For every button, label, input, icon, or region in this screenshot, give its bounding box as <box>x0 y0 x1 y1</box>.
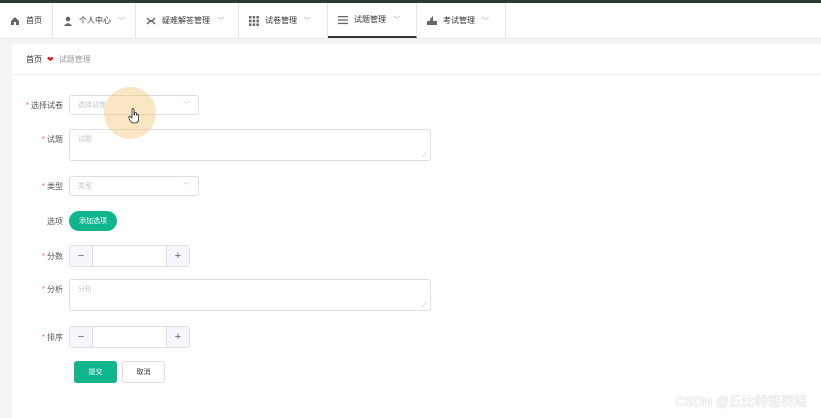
breadcrumb: 首页 ❤ 试题管理 <box>26 54 91 65</box>
nav-item-paper-management[interactable]: 试卷管理 ﹀ <box>239 3 328 38</box>
top-navigation: 首页 个人中心 ﹀ 疑难解答管理 ﹀ 试卷管理 ﹀ 试题管理 ﹀ 考试管理 ﹀ <box>0 3 821 39</box>
user-icon <box>63 16 73 26</box>
score-row: * 分数 − + <box>12 245 190 267</box>
analysis-textarea[interactable]: 分析 ⟋ <box>69 279 431 311</box>
minus-icon[interactable]: − <box>70 327 93 347</box>
options-label: 选项 <box>47 216 63 226</box>
grid-icon <box>249 15 259 26</box>
analysis-placeholder: 分析 <box>78 286 92 293</box>
type-row: * 类型 类型 ﹀ <box>12 176 199 196</box>
type-label: * 类型 <box>41 181 63 191</box>
plus-icon[interactable]: + <box>166 327 189 347</box>
nav-item-exam-management[interactable]: 考试管理 ﹀ <box>417 3 506 38</box>
chevron-down-icon: ﹀ <box>183 183 190 190</box>
score-stepper[interactable]: − + <box>69 245 190 267</box>
order-stepper[interactable]: − + <box>69 326 190 348</box>
options-row: 选项 添加选项 <box>12 211 117 231</box>
question-row: * 试题 试题 ⟋ <box>12 129 431 161</box>
nav-label: 首页 <box>26 16 42 25</box>
nav-item-home[interactable]: 首页 <box>0 3 53 38</box>
list-icon <box>338 15 348 25</box>
order-label: * 排序 <box>41 332 63 342</box>
chevron-down-icon: ﹀ <box>183 102 190 109</box>
nav-label: 试卷管理 <box>265 16 297 25</box>
breadcrumb-home[interactable]: 首页 <box>26 54 42 65</box>
divider <box>12 74 821 75</box>
analysis-row: * 分析 分析 ⟋ <box>12 279 431 311</box>
nav-label: 试题管理 <box>354 15 386 24</box>
nav-label: 个人中心 <box>79 16 111 25</box>
nav-item-qa-management[interactable]: 疑难解答管理 ﹀ <box>136 3 239 38</box>
question-label: * 试题 <box>41 135 63 144</box>
score-label: * 分数 <box>41 251 63 261</box>
order-input[interactable] <box>93 327 166 347</box>
nav-item-personal-center[interactable]: 个人中心 ﹀ <box>53 3 136 38</box>
chevron-down-icon: ﹀ <box>118 17 125 25</box>
breadcrumb-current: 试题管理 <box>58 55 91 64</box>
type-select-placeholder: 类型 <box>78 183 92 190</box>
chevron-down-icon: ﹀ <box>482 17 489 25</box>
score-input[interactable] <box>93 246 166 266</box>
chevron-down-icon: ﹀ <box>217 17 224 25</box>
tools-icon <box>146 16 156 26</box>
type-select[interactable]: 类型 ﹀ <box>69 176 199 196</box>
question-placeholder: 试题 <box>78 136 92 143</box>
watermark: CSDN @丘比特惩罚陆 <box>675 394 807 409</box>
plus-icon[interactable]: + <box>166 246 189 266</box>
resize-handle-icon[interactable]: ⟋ <box>422 303 428 309</box>
minus-icon[interactable]: − <box>70 246 93 266</box>
cancel-button[interactable]: 取消 <box>122 361 165 383</box>
submit-button[interactable]: 提交 <box>74 361 117 383</box>
analysis-label: * 分析 <box>41 285 63 294</box>
exam-icon <box>427 15 437 26</box>
chevron-down-icon: ﹀ <box>393 16 400 24</box>
hand-cursor-icon <box>128 108 139 124</box>
home-icon <box>10 16 20 26</box>
nav-label: 疑难解答管理 <box>162 16 210 25</box>
order-row: * 排序 − + <box>12 326 190 348</box>
nav-label: 考试管理 <box>443 16 475 25</box>
resize-handle-icon[interactable]: ⟋ <box>422 153 428 159</box>
nav-item-question-management[interactable]: 试题管理 ﹀ <box>328 3 417 38</box>
paper-select-placeholder: 选择试卷 <box>78 102 106 109</box>
paper-label: * 选择试卷 <box>25 100 63 110</box>
chevron-down-icon: ﹀ <box>304 17 311 25</box>
heart-icon: ❤ <box>47 55 54 64</box>
add-option-button[interactable]: 添加选项 <box>69 211 117 231</box>
